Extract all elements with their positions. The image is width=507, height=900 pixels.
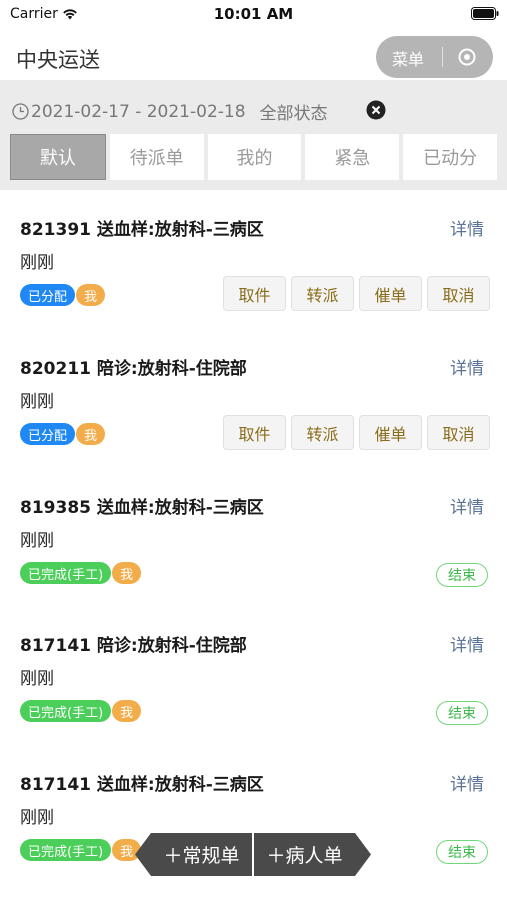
detail-link[interactable]: 详情 <box>450 770 484 795</box>
menu-button[interactable]: 菜单 <box>392 46 424 70</box>
clear-filter-icon[interactable] <box>366 100 386 120</box>
floating-actions: ＋常规单 ＋病人单 <box>135 833 371 876</box>
pickup-button[interactable]: 取件 <box>223 415 286 450</box>
cancel-button[interactable]: 取消 <box>427 276 490 311</box>
order-card[interactable]: 819385 送血样:放射科-三病区 刚刚 详情 已完成(手工) 我 结束 <box>0 468 507 606</box>
order-title: 820211 陪诊:放射科-住院部 <box>20 359 247 379</box>
status-filter[interactable]: 全部状态 <box>260 99 328 124</box>
tab-moved[interactable]: 已动分 <box>403 134 497 180</box>
urge-button[interactable]: 催单 <box>359 415 422 450</box>
order-time: 刚刚 <box>20 669 54 689</box>
action-group: 取件 转派 催单 取消 <box>223 276 490 311</box>
status-badge: 已分配 <box>20 423 76 445</box>
order-title: 817141 送血样:放射科-三病区 <box>20 775 264 795</box>
urge-button[interactable]: 催单 <box>359 276 422 311</box>
detail-link[interactable]: 详情 <box>450 354 484 379</box>
nav-header: 中央运送 菜单 <box>0 30 507 80</box>
tab-urgent[interactable]: 紧急 <box>305 134 400 180</box>
order-time: 刚刚 <box>20 253 54 273</box>
date-range[interactable]: 2021-02-17 - 2021-02-18 <box>31 102 246 122</box>
badge-group: 已完成(手工) 我 <box>20 700 142 722</box>
status-bar: Carrier 10:01 AM <box>0 0 507 30</box>
order-title: 819385 送血样:放射科-三病区 <box>20 498 264 518</box>
reassign-button[interactable]: 转派 <box>291 276 354 311</box>
target-icon[interactable] <box>458 48 476 66</box>
order-card[interactable]: 821391 送血样:放射科-三病区 刚刚 详情 已分配 我 取件 转派 催单 … <box>0 190 507 328</box>
action-group: 取件 转派 催单 取消 <box>223 415 490 450</box>
reassign-button[interactable]: 转派 <box>291 415 354 450</box>
owner-badge: 我 <box>76 423 106 445</box>
tab-pending[interactable]: 待派单 <box>109 134 204 180</box>
filter-bar: 2021-02-17 - 2021-02-18 全部状态 默认 待派单 我的 紧… <box>0 80 507 190</box>
badge-group: 已分配 我 <box>20 423 106 445</box>
order-time: 刚刚 <box>20 808 54 828</box>
status-time: 10:01 AM <box>213 5 294 23</box>
end-tag: 结束 <box>436 563 488 587</box>
badge-group: 已完成(手工) 我 <box>20 562 142 584</box>
end-tag: 结束 <box>436 840 488 864</box>
pickup-button[interactable]: 取件 <box>223 276 286 311</box>
status-badge: 已完成(手工) <box>20 839 112 861</box>
order-title: 821391 送血样:放射科-三病区 <box>20 220 264 240</box>
tab-bar: 默认 待派单 我的 紧急 已动分 <box>10 134 497 180</box>
badge-group: 已完成(手工) 我 <box>20 839 142 861</box>
clock-icon <box>12 103 29 120</box>
detail-link[interactable]: 详情 <box>450 631 484 656</box>
menu-capsule[interactable]: 菜单 <box>376 36 493 78</box>
cancel-button[interactable]: 取消 <box>427 415 490 450</box>
page-title: 中央运送 <box>16 48 100 72</box>
order-time: 刚刚 <box>20 392 54 412</box>
status-badge: 已完成(手工) <box>20 700 112 722</box>
date-filter[interactable]: 2021-02-17 - 2021-02-18 全部状态 <box>12 99 328 124</box>
menu-divider <box>442 47 443 67</box>
owner-badge: 我 <box>112 562 142 584</box>
order-card[interactable]: 817141 陪诊:放射科-住院部 刚刚 详情 已完成(手工) 我 结束 <box>0 606 507 744</box>
end-tag: 结束 <box>436 701 488 725</box>
order-title: 817141 陪诊:放射科-住院部 <box>20 636 247 656</box>
order-time: 刚刚 <box>20 531 54 551</box>
status-badge: 已完成(手工) <box>20 562 112 584</box>
add-patient-order-button[interactable]: ＋病人单 <box>254 833 371 876</box>
battery-icon <box>471 7 499 20</box>
detail-link[interactable]: 详情 <box>450 493 484 518</box>
tab-mine[interactable]: 我的 <box>207 134 302 180</box>
badge-group: 已分配 我 <box>20 284 106 306</box>
detail-link[interactable]: 详情 <box>450 215 484 240</box>
tab-default[interactable]: 默认 <box>10 134 106 180</box>
add-regular-order-button[interactable]: ＋常规单 <box>135 833 252 876</box>
owner-badge: 我 <box>112 700 142 722</box>
order-card[interactable]: 820211 陪诊:放射科-住院部 刚刚 详情 已分配 我 取件 转派 催单 取… <box>0 329 507 467</box>
status-badge: 已分配 <box>20 284 76 306</box>
owner-badge: 我 <box>76 284 106 306</box>
